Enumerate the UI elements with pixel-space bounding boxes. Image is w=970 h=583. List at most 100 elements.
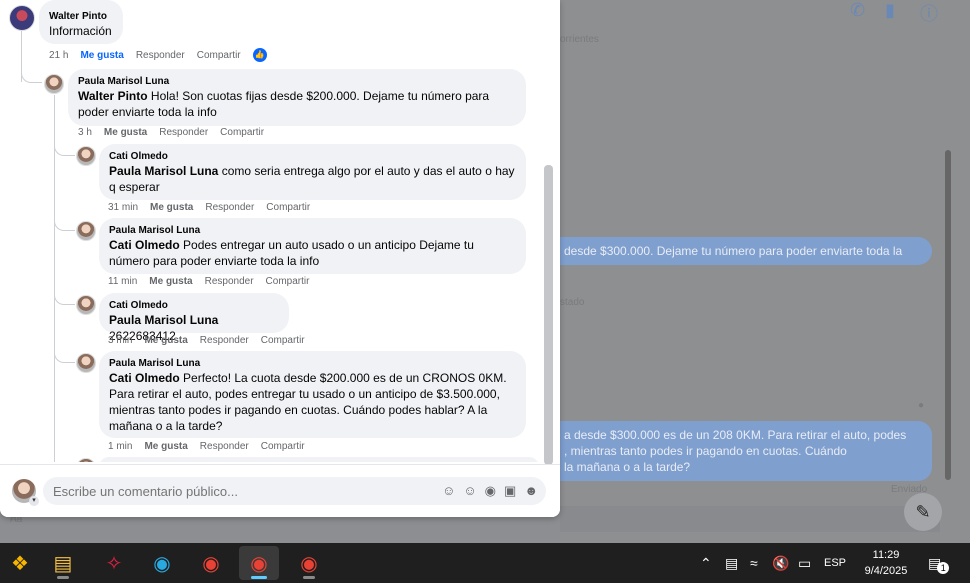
show-hidden-icons-button[interactable]: ⌃ — [700, 543, 712, 583]
volume-muted-icon[interactable]: 🔇 — [772, 543, 789, 583]
battery-icon[interactable]: ▭ — [798, 543, 811, 583]
comment-time[interactable]: 3 min — [108, 335, 132, 346]
new-message-button[interactable]: ✎ — [904, 493, 942, 531]
reply-button[interactable]: Responder — [159, 127, 208, 138]
thread-line — [54, 143, 75, 156]
avatar-sticker-icon[interactable]: ☺ — [442, 483, 455, 499]
reply-button[interactable]: Responder — [200, 335, 249, 346]
message-status-label: stado — [560, 297, 585, 308]
messenger-header: ✆ ▮ ⓘ — [560, 0, 970, 33]
share-button[interactable]: Compartir — [197, 50, 241, 61]
chevron-up-icon: ⌃ — [700, 554, 712, 571]
reply-button[interactable]: Responder — [200, 441, 249, 452]
emoji-icon[interactable]: ☺ — [463, 483, 476, 499]
like-button[interactable]: Me gusta — [80, 50, 123, 61]
info-icon[interactable]: ⓘ — [920, 0, 938, 26]
chrome-icon[interactable]: ◉ — [191, 546, 231, 580]
clock-date: 9/4/2025 — [864, 565, 908, 577]
language-indicator[interactable]: ESP — [824, 543, 846, 583]
sent-message-bubble: a desde $300.000 es de un 208 0KM. Para … — [560, 421, 932, 481]
comment-author[interactable]: Paula Marisol Luna — [109, 224, 516, 237]
file-explorer-icon[interactable]: ▤ — [43, 546, 83, 580]
phone-icon[interactable]: ✆ — [850, 0, 865, 21]
message-input-area[interactable]: Aa — [10, 506, 940, 532]
chevron-down-icon[interactable]: ▾ — [29, 496, 39, 506]
sent-message-bubble: desde $300.000. Dejame tu número para po… — [560, 237, 932, 265]
comment-author[interactable]: Cati Olmedo — [109, 299, 279, 312]
comment-mention[interactable]: Paula Marisol Luna — [109, 313, 218, 327]
video-icon[interactable]: ▮ — [885, 0, 895, 21]
comment-mention[interactable]: Cati Olmedo — [109, 238, 180, 252]
comment-author[interactable]: Cati Olmedo — [109, 150, 516, 163]
comment-actions: 21 h Me gusta Responder Compartir 👍 — [49, 48, 279, 62]
comment-mention[interactable]: Walter Pinto — [78, 89, 148, 103]
gif-icon[interactable]: ▣ — [504, 483, 516, 499]
comment-author[interactable]: Paula Marisol Luna — [109, 357, 516, 370]
comment-author[interactable]: Paula Marisol Luna — [78, 75, 516, 88]
comment-bubble: Cati Olmedo Paula Marisol Luna como seri… — [99, 144, 526, 200]
comment-bubble: Walter Pinto Información — [39, 0, 123, 44]
avatar[interactable] — [76, 458, 96, 462]
like-button[interactable]: Me gusta — [104, 127, 147, 138]
avatar[interactable] — [76, 221, 96, 241]
reply-button[interactable]: Responder — [205, 276, 254, 287]
reply-button[interactable]: Responder — [136, 50, 185, 61]
comment-time[interactable]: 21 h — [49, 50, 68, 61]
camera-icon[interactable]: ◉ — [485, 483, 496, 499]
wifi-icon[interactable]: ≈ — [750, 543, 758, 583]
comment-time[interactable]: 3 h — [78, 127, 92, 138]
comments-scrollbar[interactable] — [544, 165, 553, 465]
avatar[interactable] — [44, 74, 64, 94]
like-button[interactable]: Me gusta — [149, 276, 192, 287]
thread-line — [54, 350, 75, 363]
comment-text: Información — [49, 24, 112, 38]
share-button[interactable]: Compartir — [266, 202, 310, 213]
copilot-icon[interactable]: ❖ — [0, 546, 40, 580]
comment-list[interactable]: Walter Pinto Información 21 h Me gusta Res… — [0, 0, 545, 462]
seen-avatar-icon: ● — [918, 400, 925, 411]
comments-panel: Walter Pinto Información 21 h Me gusta Res… — [0, 0, 560, 517]
comment-bubble — [99, 457, 539, 462]
comment-actions: 31 min Me gusta Responder Compartir — [108, 202, 322, 213]
like-reaction-icon: 👍 — [252, 48, 267, 62]
share-button[interactable]: Compartir — [266, 276, 310, 287]
comment-time[interactable]: 11 min — [108, 276, 137, 287]
comment-time[interactable]: 31 min — [108, 202, 138, 213]
thread-line — [54, 292, 75, 305]
comment-bubble: Cati Olmedo Paula Marisol Luna 262268341… — [99, 293, 289, 343]
like-button[interactable]: Me gusta — [144, 441, 187, 452]
timestamp-label: orrientes — [560, 34, 599, 45]
snipping-tool-icon[interactable]: ✧ — [94, 546, 134, 580]
share-button[interactable]: Compartir — [220, 127, 264, 138]
messenger-window-background: ✆ ▮ ⓘ orrientes desde $300.000. Dejame t… — [10, 0, 970, 543]
like-button[interactable]: Me gusta — [150, 202, 193, 213]
comment-mention[interactable]: Cati Olmedo — [109, 371, 180, 385]
like-button[interactable]: Me gusta — [144, 335, 187, 346]
reply-button[interactable]: Responder — [205, 202, 254, 213]
avatar[interactable] — [76, 353, 96, 373]
comment-actions: 11 min Me gusta Responder Compartir — [108, 276, 321, 287]
scrollbar-thumb[interactable] — [945, 150, 951, 480]
edge-icon[interactable]: ◉ — [142, 546, 182, 580]
avatar[interactable] — [9, 5, 35, 31]
comment-time[interactable]: 1 min — [108, 441, 132, 452]
notification-center-button[interactable]: ▤ 1 — [928, 543, 950, 583]
share-button[interactable]: Compartir — [261, 441, 305, 452]
windows-taskbar: ❖ ▤ ✧ ◉ ◉ ◉ ◉ ⌃ ▤ ≈ 🔇 ▭ ESP 11:29 9/4/20… — [0, 543, 970, 583]
comment-author[interactable]: Walter Pinto — [49, 10, 113, 23]
comment-bubble: Paula Marisol Luna Walter Pinto Hola! So… — [68, 69, 526, 126]
thread-line — [21, 70, 42, 83]
sticker-icon[interactable]: ☻ — [524, 483, 538, 499]
chrome-profile-icon[interactable]: ◉ — [239, 546, 279, 580]
comment-bubble: Paula Marisol Luna Cati Olmedo Perfecto!… — [99, 351, 526, 438]
share-button[interactable]: Compartir — [261, 335, 305, 346]
security-icon[interactable]: ▤ — [725, 543, 738, 583]
taskbar-clock[interactable]: 11:29 9/4/2025 — [856, 547, 916, 579]
thread-line — [54, 218, 75, 231]
avatar[interactable] — [76, 295, 96, 315]
chrome-profile-icon[interactable]: ◉ — [289, 546, 329, 580]
comment-mention[interactable]: Paula Marisol Luna — [109, 164, 218, 178]
compose-icon: ✎ — [915, 501, 931, 522]
avatar[interactable]: ▾ — [12, 479, 39, 506]
avatar[interactable] — [76, 146, 96, 166]
